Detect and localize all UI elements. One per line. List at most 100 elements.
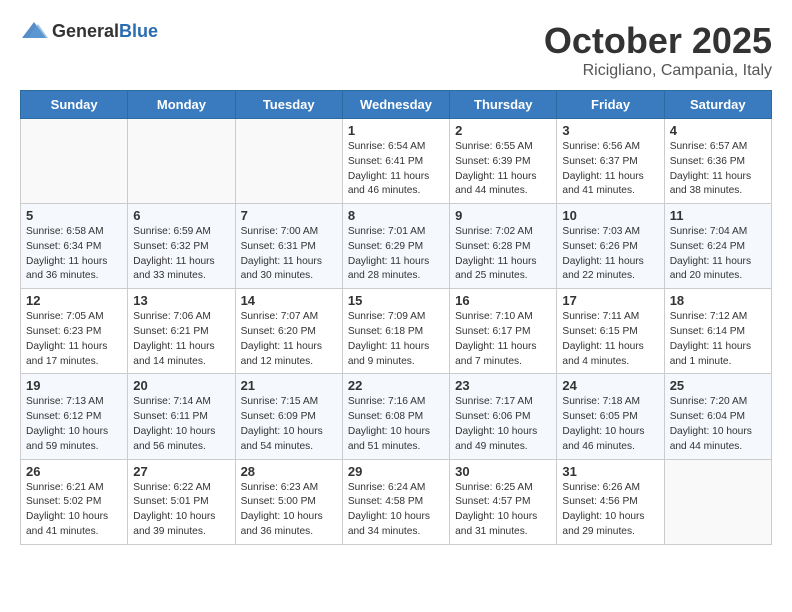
day-info: Sunrise: 7:02 AMSunset: 6:28 PMDaylight:…	[455, 225, 551, 284]
day-number: 25	[670, 378, 766, 393]
day-info: Sunrise: 7:13 AMSunset: 6:12 PMDaylight:…	[26, 395, 122, 454]
calendar-cell: 26 Sunrise: 6:21 AMSunset: 5:02 PMDayligh…	[21, 459, 128, 544]
day-info: Sunrise: 6:26 AMSunset: 4:56 PMDaylight:…	[562, 481, 658, 540]
day-number: 29	[348, 464, 444, 479]
calendar-cell: 28 Sunrise: 6:23 AMSunset: 5:00 PMDayligh…	[235, 459, 342, 544]
weekday-header-saturday: Saturday	[664, 91, 771, 119]
day-info: Sunrise: 6:25 AMSunset: 4:57 PMDaylight:…	[455, 481, 551, 540]
calendar-week-row: 19 Sunrise: 7:13 AMSunset: 6:12 PMDayligh…	[21, 374, 772, 459]
day-number: 5	[26, 208, 122, 223]
day-number: 28	[241, 464, 337, 479]
day-number: 8	[348, 208, 444, 223]
day-number: 18	[670, 293, 766, 308]
calendar-cell: 31 Sunrise: 6:26 AMSunset: 4:56 PMDayligh…	[557, 459, 664, 544]
weekday-header-wednesday: Wednesday	[342, 91, 449, 119]
day-number: 1	[348, 123, 444, 138]
weekday-header-sunday: Sunday	[21, 91, 128, 119]
day-info: Sunrise: 7:16 AMSunset: 6:08 PMDaylight:…	[348, 395, 444, 454]
calendar-cell	[235, 119, 342, 204]
day-number: 26	[26, 464, 122, 479]
location-subtitle: Ricigliano, Campania, Italy	[544, 62, 772, 80]
calendar-cell	[128, 119, 235, 204]
calendar-cell: 10 Sunrise: 7:03 AMSunset: 6:26 PMDayligh…	[557, 204, 664, 289]
calendar-cell: 15 Sunrise: 7:09 AMSunset: 6:18 PMDayligh…	[342, 289, 449, 374]
day-info: Sunrise: 7:15 AMSunset: 6:09 PMDaylight:…	[241, 395, 337, 454]
calendar-cell: 13 Sunrise: 7:06 AMSunset: 6:21 PMDayligh…	[128, 289, 235, 374]
day-info: Sunrise: 7:09 AMSunset: 6:18 PMDaylight:…	[348, 310, 444, 369]
logo-blue: Blue	[119, 21, 158, 41]
day-info: Sunrise: 7:14 AMSunset: 6:11 PMDaylight:…	[133, 395, 229, 454]
calendar-cell: 14 Sunrise: 7:07 AMSunset: 6:20 PMDayligh…	[235, 289, 342, 374]
day-number: 7	[241, 208, 337, 223]
day-number: 10	[562, 208, 658, 223]
day-number: 24	[562, 378, 658, 393]
day-number: 17	[562, 293, 658, 308]
day-info: Sunrise: 7:07 AMSunset: 6:20 PMDaylight:…	[241, 310, 337, 369]
calendar-cell: 25Sunrise: 7:20 AMSunset: 6:04 PMDayligh…	[664, 374, 771, 459]
day-number: 22	[348, 378, 444, 393]
day-info: Sunrise: 7:04 AMSunset: 6:24 PMDaylight:…	[670, 225, 766, 284]
calendar-cell: 22 Sunrise: 7:16 AMSunset: 6:08 PMDayligh…	[342, 374, 449, 459]
day-info: Sunrise: 6:21 AMSunset: 5:02 PMDaylight:…	[26, 481, 122, 540]
day-number: 11	[670, 208, 766, 223]
day-info: Sunrise: 7:03 AMSunset: 6:26 PMDaylight:…	[562, 225, 658, 284]
calendar-cell: 20 Sunrise: 7:14 AMSunset: 6:11 PMDayligh…	[128, 374, 235, 459]
day-info: Sunrise: 6:55 AMSunset: 6:39 PMDaylight:…	[455, 140, 551, 199]
weekday-header-monday: Monday	[128, 91, 235, 119]
weekday-header-tuesday: Tuesday	[235, 91, 342, 119]
day-number: 19	[26, 378, 122, 393]
calendar-cell: 27Sunrise: 6:22 AMSunset: 5:01 PMDayligh…	[128, 459, 235, 544]
logo-icon	[20, 20, 48, 42]
calendar-cell: 18Sunrise: 7:12 AMSunset: 6:14 PMDayligh…	[664, 289, 771, 374]
day-number: 16	[455, 293, 551, 308]
calendar-week-row: 26 Sunrise: 6:21 AMSunset: 5:02 PMDayligh…	[21, 459, 772, 544]
calendar-table: SundayMondayTuesdayWednesdayThursdayFrid…	[20, 90, 772, 545]
day-number: 31	[562, 464, 658, 479]
calendar-cell: 12Sunrise: 7:05 AMSunset: 6:23 PMDayligh…	[21, 289, 128, 374]
day-info: Sunrise: 7:01 AMSunset: 6:29 PMDaylight:…	[348, 225, 444, 284]
day-info: Sunrise: 6:22 AMSunset: 5:01 PMDaylight:…	[133, 481, 229, 540]
day-number: 14	[241, 293, 337, 308]
calendar-body: 1 Sunrise: 6:54 AMSunset: 6:41 PMDaylight…	[21, 119, 772, 545]
weekday-header-thursday: Thursday	[450, 91, 557, 119]
calendar-cell: 7 Sunrise: 7:00 AMSunset: 6:31 PMDaylight…	[235, 204, 342, 289]
day-info: Sunrise: 7:05 AMSunset: 6:23 PMDaylight:…	[26, 310, 122, 369]
calendar-cell: 2 Sunrise: 6:55 AMSunset: 6:39 PMDaylight…	[450, 119, 557, 204]
calendar-cell: 9Sunrise: 7:02 AMSunset: 6:28 PMDaylight…	[450, 204, 557, 289]
weekday-header-row: SundayMondayTuesdayWednesdayThursdayFrid…	[21, 91, 772, 119]
day-info: Sunrise: 6:56 AMSunset: 6:37 PMDaylight:…	[562, 140, 658, 199]
day-number: 13	[133, 293, 229, 308]
calendar-week-row: 1 Sunrise: 6:54 AMSunset: 6:41 PMDaylight…	[21, 119, 772, 204]
day-number: 30	[455, 464, 551, 479]
day-number: 23	[455, 378, 551, 393]
calendar-cell: 8 Sunrise: 7:01 AMSunset: 6:29 PMDaylight…	[342, 204, 449, 289]
calendar-cell	[664, 459, 771, 544]
day-number: 6	[133, 208, 229, 223]
day-number: 2	[455, 123, 551, 138]
calendar-cell: 6 Sunrise: 6:59 AMSunset: 6:32 PMDaylight…	[128, 204, 235, 289]
calendar-cell: 23Sunrise: 7:17 AMSunset: 6:06 PMDayligh…	[450, 374, 557, 459]
calendar-cell: 5 Sunrise: 6:58 AMSunset: 6:34 PMDaylight…	[21, 204, 128, 289]
day-number: 20	[133, 378, 229, 393]
calendar-cell: 19 Sunrise: 7:13 AMSunset: 6:12 PMDayligh…	[21, 374, 128, 459]
day-info: Sunrise: 6:58 AMSunset: 6:34 PMDaylight:…	[26, 225, 122, 284]
day-info: Sunrise: 6:54 AMSunset: 6:41 PMDaylight:…	[348, 140, 444, 199]
calendar-cell: 29 Sunrise: 6:24 AMSunset: 4:58 PMDayligh…	[342, 459, 449, 544]
calendar-cell: 16Sunrise: 7:10 AMSunset: 6:17 PMDayligh…	[450, 289, 557, 374]
calendar-header: SundayMondayTuesdayWednesdayThursdayFrid…	[21, 91, 772, 119]
calendar-cell: 17Sunrise: 7:11 AMSunset: 6:15 PMDayligh…	[557, 289, 664, 374]
day-info: Sunrise: 6:59 AMSunset: 6:32 PMDaylight:…	[133, 225, 229, 284]
day-info: Sunrise: 7:00 AMSunset: 6:31 PMDaylight:…	[241, 225, 337, 284]
calendar-cell: 30 Sunrise: 6:25 AMSunset: 4:57 PMDayligh…	[450, 459, 557, 544]
day-info: Sunrise: 7:06 AMSunset: 6:21 PMDaylight:…	[133, 310, 229, 369]
logo-general: General	[52, 21, 119, 41]
calendar-cell: 4Sunrise: 6:57 AMSunset: 6:36 PMDaylight…	[664, 119, 771, 204]
day-info: Sunrise: 6:57 AMSunset: 6:36 PMDaylight:…	[670, 140, 766, 199]
day-info: Sunrise: 6:24 AMSunset: 4:58 PMDaylight:…	[348, 481, 444, 540]
day-number: 15	[348, 293, 444, 308]
day-number: 21	[241, 378, 337, 393]
calendar-cell: 24 Sunrise: 7:18 AMSunset: 6:05 PMDayligh…	[557, 374, 664, 459]
day-info: Sunrise: 6:23 AMSunset: 5:00 PMDaylight:…	[241, 481, 337, 540]
day-info: Sunrise: 7:18 AMSunset: 6:05 PMDaylight:…	[562, 395, 658, 454]
weekday-header-friday: Friday	[557, 91, 664, 119]
